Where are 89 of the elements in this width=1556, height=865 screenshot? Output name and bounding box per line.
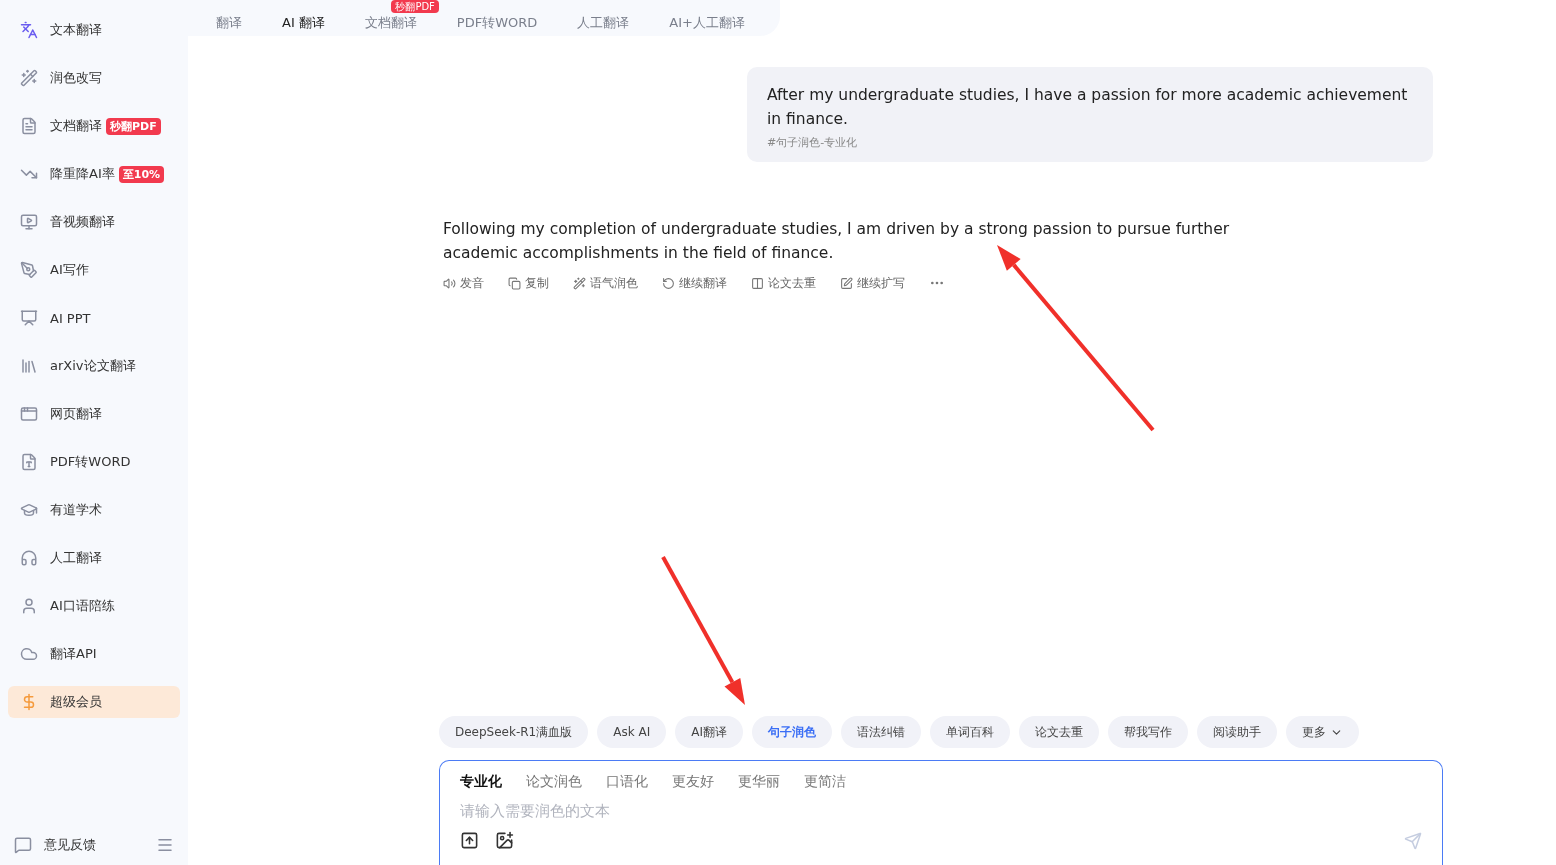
response-text: Following my completion of undergraduate studies, I am driven by a strong passion to pursue further academic accomplishments in the field of finance. bbox=[443, 219, 1231, 264]
sidebar-item-label: 有道学术 bbox=[50, 501, 102, 519]
edit-icon bbox=[840, 276, 853, 290]
sidebar-item-label: 文档翻译 bbox=[50, 117, 102, 135]
nav-tab[interactable]: 秒翻PDF 文档翻译 bbox=[344, 0, 437, 36]
sidebar-item[interactable]: 文本翻译 bbox=[8, 14, 180, 46]
sidebar-item-label: 网页翻译 bbox=[50, 405, 102, 423]
message-tag: #句子润色-专业化 bbox=[767, 135, 1413, 150]
cloud-icon bbox=[20, 645, 38, 663]
sidebar-item-label: 润色改写 bbox=[50, 69, 102, 87]
sidebar-item[interactable]: 超级会员 bbox=[8, 686, 180, 718]
sidebar-item-label: arXiv论文翻译 bbox=[50, 357, 136, 375]
action-button[interactable]: 复制 bbox=[508, 275, 549, 291]
sidebar-item[interactable]: 降重降AI率 至10% bbox=[8, 158, 180, 190]
magic-wand-icon bbox=[573, 276, 586, 290]
video-icon bbox=[20, 213, 38, 231]
redo-icon bbox=[662, 276, 675, 290]
promo-badge: 秒翻PDF bbox=[106, 117, 161, 135]
feature-chip[interactable]: 论文去重 bbox=[1019, 716, 1099, 748]
sidebar-item[interactable]: AI写作 bbox=[8, 254, 180, 286]
feature-chip[interactable]: 单词百科 bbox=[930, 716, 1010, 748]
promo-badge: 至10% bbox=[118, 165, 165, 183]
nav-tab[interactable]: 人工翻译 bbox=[557, 0, 650, 36]
action-button[interactable]: 发音 bbox=[443, 275, 484, 291]
style-tab[interactable]: 论文润色 bbox=[526, 773, 582, 791]
speaker-icon bbox=[443, 276, 456, 290]
sidebar-item-label: 超级会员 bbox=[50, 693, 102, 711]
style-tab[interactable]: 更友好 bbox=[672, 773, 714, 791]
nav-tab[interactable]: AI+人工翻译 bbox=[649, 0, 765, 36]
sidebar-item-label: AI PPT bbox=[50, 310, 91, 326]
nav-tab[interactable]: PDF转WORD bbox=[436, 0, 558, 36]
feature-chip[interactable]: 语法纠错 bbox=[841, 716, 921, 748]
sidebar-item[interactable]: AI口语陪练 bbox=[8, 590, 180, 622]
sidebar-item-label: AI写作 bbox=[50, 261, 89, 279]
feature-chip[interactable]: 句子润色 bbox=[752, 716, 832, 748]
sidebar-item-label: 文本翻译 bbox=[50, 21, 102, 39]
pen-icon bbox=[20, 261, 38, 279]
action-button[interactable]: 语气润色 bbox=[573, 275, 638, 291]
feature-chip[interactable]: 帮我写作 bbox=[1108, 716, 1188, 748]
sidebar-item[interactable]: arXiv论文翻译 bbox=[8, 350, 180, 382]
feature-chip[interactable]: AI翻译 bbox=[675, 716, 743, 748]
sidebar-item[interactable]: AI PPT bbox=[8, 302, 180, 334]
menu-icon[interactable] bbox=[156, 836, 174, 854]
sidebar-item-label: 音视频翻译 bbox=[50, 213, 115, 231]
style-tab[interactable]: 专业化 bbox=[460, 773, 502, 791]
headphones-icon bbox=[20, 549, 38, 567]
sidebar-item[interactable]: 有道学术 bbox=[8, 494, 180, 526]
sidebar-item-label: 人工翻译 bbox=[50, 549, 102, 567]
sidebar-item[interactable]: PDF转WORD bbox=[8, 446, 180, 478]
sidebar-item[interactable]: 润色改写 bbox=[8, 62, 180, 94]
presentation-icon bbox=[20, 309, 38, 327]
style-tab[interactable]: 口语化 bbox=[606, 773, 648, 791]
browser-window-icon bbox=[20, 405, 38, 423]
sidebar-item-label: AI口语陪练 bbox=[50, 597, 115, 615]
sidebar-item[interactable]: 人工翻译 bbox=[8, 542, 180, 574]
feedback-icon bbox=[14, 836, 32, 854]
action-button[interactable]: 继续翻译 bbox=[662, 275, 727, 291]
sidebar-item[interactable]: 翻译API bbox=[8, 638, 180, 670]
feedback-link[interactable]: 意见反馈 bbox=[44, 836, 96, 854]
translate-icon bbox=[20, 21, 38, 39]
action-button[interactable]: 继续扩写 bbox=[840, 275, 905, 291]
sidebar-item[interactable]: 音视频翻译 bbox=[8, 206, 180, 238]
magic-wand-icon bbox=[20, 69, 38, 87]
image-icon[interactable] bbox=[495, 831, 514, 850]
feature-chip[interactable]: DeepSeek-R1满血版 bbox=[439, 716, 589, 748]
feature-chip[interactable]: 阅读助手 bbox=[1197, 716, 1277, 748]
user-icon bbox=[20, 597, 38, 615]
action-button[interactable]: 论文去重 bbox=[751, 275, 816, 291]
graduation-cap-icon bbox=[20, 501, 38, 519]
sidebar-item-label: PDF转WORD bbox=[50, 453, 131, 471]
input-box[interactable]: 专业化 论文润色 口语化 更友好 更华丽 更简洁 请输入需要润色的文本 bbox=[439, 760, 1443, 865]
nav-tab[interactable]: 翻译 bbox=[196, 0, 262, 36]
style-tab[interactable]: 更华丽 bbox=[738, 773, 780, 791]
document-icon bbox=[20, 117, 38, 135]
sidebar-item[interactable]: 文档翻译 秒翻PDF bbox=[8, 110, 180, 142]
feature-chip[interactable]: 更多 bbox=[1286, 716, 1359, 748]
sidebar-item-label: 翻译API bbox=[50, 645, 97, 663]
sidebar-item[interactable]: 网页翻译 bbox=[8, 398, 180, 430]
sidebar-item-label: 降重降AI率 bbox=[50, 165, 115, 183]
copy-icon bbox=[508, 276, 521, 290]
upload-icon[interactable] bbox=[460, 831, 479, 850]
style-tab[interactable]: 更简洁 bbox=[804, 773, 846, 791]
promo-badge: 秒翻PDF bbox=[391, 0, 439, 13]
nav-tab[interactable]: AI 翻译 bbox=[262, 0, 345, 36]
books-icon bbox=[20, 357, 38, 375]
file-icon bbox=[20, 453, 38, 471]
feature-chip[interactable]: Ask AI bbox=[597, 716, 667, 748]
columns-icon bbox=[751, 276, 764, 290]
user-message-text: After my undergraduate studies, I have a passion for more academic achievement in finance. bbox=[767, 85, 1409, 130]
